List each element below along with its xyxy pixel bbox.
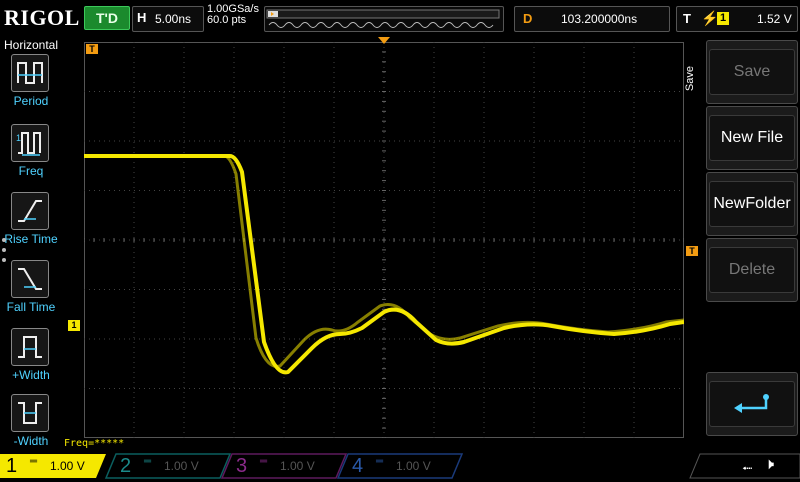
positive-width-label: +Width — [12, 368, 50, 382]
channel4-scale: 1.00 V — [396, 459, 431, 473]
enter-button[interactable] — [706, 372, 798, 436]
channel3-number: 3 — [236, 455, 248, 477]
period-label: Period — [13, 94, 49, 108]
trigger-key: T — [683, 11, 691, 26]
rise-time-label: Rise Time — [4, 232, 58, 246]
fall-time-label: Fall Time — [6, 300, 56, 314]
delete-button-label: Delete — [709, 247, 795, 293]
save-button[interactable]: Save — [706, 40, 798, 104]
memory-overview-bar[interactable] — [264, 6, 504, 32]
channel4-coupling: ═ — [376, 456, 384, 467]
new-file-button[interactable]: New File — [706, 106, 798, 170]
fall-time-icon — [11, 260, 49, 298]
channel2-number: 2 — [120, 455, 132, 477]
delay-box[interactable]: D 103.200000ns — [514, 6, 670, 32]
menu-page-indicator — [2, 238, 8, 268]
frequency-icon: 1 — [11, 124, 49, 162]
timebase-value: 5.00ns — [155, 12, 192, 26]
channel-bar: 1 ═ 1.00 V 2 ═ 1.00 V 3 ═ 1.00 V 4 ═ 1.0… — [0, 452, 800, 480]
channel4-tab[interactable]: 4 ═ 1.00 V — [346, 454, 458, 478]
measure-rise-time-button[interactable]: Rise Time — [0, 192, 62, 258]
memory-points: 60.0 pts — [207, 14, 247, 26]
channel4-number: 4 — [352, 455, 364, 477]
frequency-readout: Freq=***** — [64, 438, 125, 449]
delay-key: D — [523, 11, 533, 26]
trigger-source: 1 — [717, 12, 729, 25]
delay-value: 103.200000ns — [561, 12, 638, 26]
channel2-scale: 1.00 V — [164, 459, 199, 473]
brand-logo: RIGOL — [4, 5, 80, 30]
save-menu-title: Save — [684, 66, 696, 92]
freq-label: Freq — [18, 164, 44, 178]
timebase-box[interactable]: H 5.00ns — [132, 6, 204, 32]
trigger-position-marker — [378, 37, 390, 44]
graticule — [83, 41, 685, 439]
measure-fall-time-button[interactable]: Fall Time — [0, 260, 62, 326]
negative-width-label: -Width — [13, 434, 49, 448]
channel1-number: 1 — [6, 455, 18, 477]
trigger-level: 1.52 V — [757, 12, 792, 26]
channel1-offset-marker[interactable]: 1 — [68, 320, 80, 331]
measure-menu: Horizontal Period 1 Freq Rise Time Fall … — [0, 38, 62, 452]
enter-icon — [734, 394, 769, 413]
new-folder-button[interactable]: NewFolder — [706, 172, 798, 236]
channel3-coupling: ═ — [260, 456, 268, 467]
channel1-tab[interactable]: 1 ═ 1.00 V — [0, 454, 112, 478]
usb-icon: ⭪ — [742, 460, 753, 476]
channel1-scale: 1.00 V — [50, 459, 85, 473]
channel3-scale: 1.00 V — [280, 459, 315, 473]
channel3-tab[interactable]: 3 ═ 1.00 V — [230, 454, 342, 478]
acquisition-info: 1.00GSa/s 60.0 pts — [207, 4, 259, 26]
save-button-label: Save — [709, 49, 795, 95]
measure-period-button[interactable]: Period — [0, 54, 62, 120]
speaker-muted-icon[interactable]: 🕨 — [764, 456, 774, 474]
memory-waveform-preview — [266, 9, 500, 28]
falling-edge-icon: ⚡ — [701, 10, 719, 26]
measure-positive-width-button[interactable]: +Width — [0, 328, 62, 394]
waveform-display[interactable] — [83, 41, 685, 439]
status-bar: RIGOL T'D H 5.00ns 1.00GSa/s 60.0 pts D … — [0, 0, 800, 36]
trigger-offset-marker: T — [86, 44, 98, 54]
measure-freq-button[interactable]: 1 Freq — [0, 124, 62, 190]
menu-title: Horizontal — [3, 38, 59, 52]
negative-width-icon — [11, 394, 49, 432]
timebase-key: H — [137, 10, 147, 25]
delete-button[interactable]: Delete — [706, 238, 798, 302]
new-folder-button-label: NewFolder — [709, 181, 795, 227]
run-status-badge[interactable]: T'D — [84, 6, 130, 30]
channel2-tab[interactable]: 2 ═ 1.00 V — [114, 454, 226, 478]
channel2-coupling: ═ — [144, 456, 152, 467]
channel1-coupling: ═ — [30, 456, 38, 467]
period-icon — [11, 54, 49, 92]
trigger-box[interactable]: T ⚡ 1 1.52 V — [676, 6, 798, 32]
rise-time-icon — [11, 192, 49, 230]
new-file-button-label: New File — [709, 115, 795, 161]
measure-negative-width-button[interactable]: -Width — [0, 394, 62, 460]
positive-width-icon — [11, 328, 49, 366]
trigger-level-marker[interactable]: T — [686, 246, 698, 256]
svg-text:1: 1 — [16, 133, 21, 143]
